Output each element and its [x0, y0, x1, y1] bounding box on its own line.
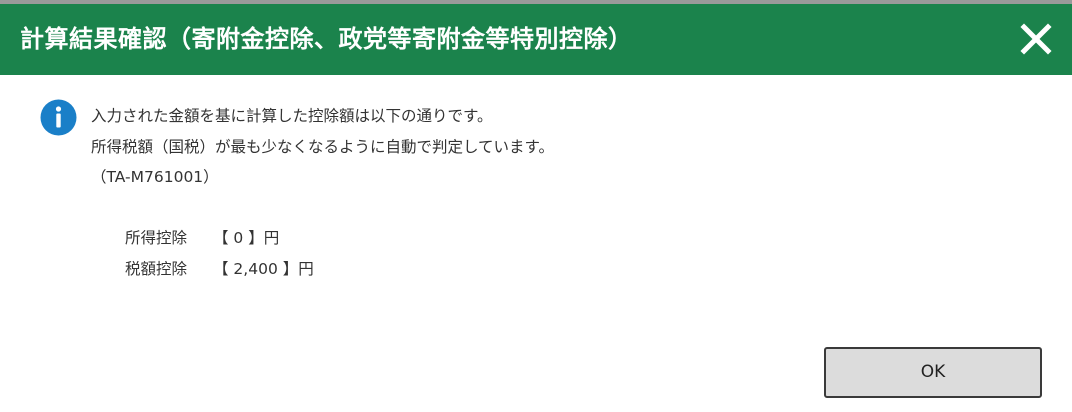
ok-button[interactable]: OK — [824, 347, 1042, 398]
info-icon — [40, 99, 77, 136]
result-row-tax-credit: 税額控除 【 2,400 】円 — [125, 254, 314, 285]
close-button[interactable] — [1018, 21, 1054, 57]
result-label: 税額控除 — [125, 260, 188, 278]
result-label: 所得控除 — [125, 229, 188, 247]
message-text: 入力された金額を基に計算した控除額は以下の通りです。 所得税額（国税）が最も少な… — [91, 101, 554, 193]
result-row-income-deduction: 所得控除 【 0 】円 — [125, 223, 314, 254]
result-value: 【 0 】円 — [213, 229, 280, 247]
result-value: 【 2,400 】円 — [213, 260, 314, 278]
deduction-results: 所得控除 【 0 】円 税額控除 【 2,400 】円 — [125, 223, 314, 285]
message-line-2: 所得税額（国税）が最も少なくなるように自動で判定しています。 — [91, 137, 554, 156]
close-icon — [1020, 23, 1052, 55]
dialog-title: 計算結果確認（寄附金控除、政党等寄附金等特別控除） — [20, 25, 633, 53]
message-code: （TA-M761001） — [91, 168, 219, 186]
dialog-title-bar: 計算結果確認（寄附金控除、政党等寄附金等特別控除） — [0, 4, 1072, 75]
message-line-1: 入力された金額を基に計算した控除額は以下の通りです。 — [91, 107, 493, 125]
